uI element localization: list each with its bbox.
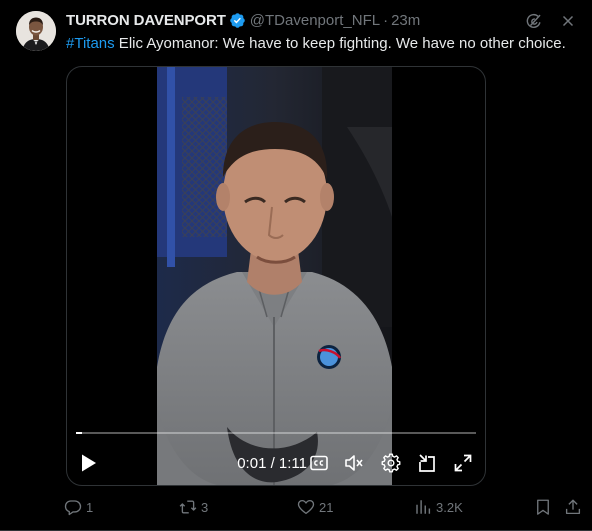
video-progress-bar[interactable] xyxy=(76,432,476,434)
like-button[interactable]: 21 xyxy=(297,496,333,518)
video-player[interactable]: 0:01 / 1:11 xyxy=(66,66,486,486)
settings-icon xyxy=(381,453,401,473)
reply-count: 1 xyxy=(86,499,94,515)
retweet-button[interactable]: 3 xyxy=(179,496,208,518)
separator-dot: · xyxy=(383,11,389,29)
bookmark-icon xyxy=(537,499,549,515)
picture-in-picture-icon xyxy=(419,454,435,472)
avatar-image xyxy=(16,11,56,51)
captions-icon xyxy=(310,455,328,471)
user-handle[interactable]: @TDavenport_NFL xyxy=(250,12,380,29)
tweet[interactable]: TURRON DAVENPORT @TDavenport_NFL · 23m #… xyxy=(0,0,592,531)
bookmark-button[interactable] xyxy=(534,496,552,518)
fullscreen-icon xyxy=(454,454,472,472)
grok-icon[interactable] xyxy=(524,11,544,31)
settings-button[interactable] xyxy=(379,449,403,477)
like-count: 21 xyxy=(319,499,334,515)
display-name[interactable]: TURRON DAVENPORT xyxy=(66,12,226,29)
retweet-count: 3 xyxy=(201,499,209,515)
timestamp[interactable]: 23m xyxy=(391,12,420,29)
tweet-text: #Titans Elic Ayomanor: We have to keep f… xyxy=(66,34,581,54)
video-controls: 0:01 / 1:11 xyxy=(67,449,485,477)
tweet-header: TURRON DAVENPORT @TDavenport_NFL · 23m xyxy=(66,10,420,30)
video-progress-fill xyxy=(76,432,82,434)
verified-badge-icon xyxy=(229,12,246,29)
mute-button[interactable] xyxy=(342,449,366,477)
play-icon xyxy=(82,454,96,472)
share-icon xyxy=(565,499,581,515)
views-icon xyxy=(416,500,431,514)
video-frame[interactable] xyxy=(157,67,392,485)
tweet-body: Elic Ayomanor: We have to keep fighting.… xyxy=(114,35,566,52)
tweet-top-actions xyxy=(524,11,578,31)
hashtag-link[interactable]: #Titans xyxy=(66,35,115,52)
play-button[interactable] xyxy=(77,449,101,477)
share-button[interactable] xyxy=(564,496,582,518)
video-time: 0:01 / 1:11 xyxy=(237,454,307,472)
views-button[interactable]: 3.2K xyxy=(414,496,463,518)
heart-icon xyxy=(297,499,315,515)
retweet-icon xyxy=(179,500,197,514)
picture-in-picture-button[interactable] xyxy=(415,449,439,477)
fullscreen-button[interactable] xyxy=(451,449,475,477)
reply-icon xyxy=(64,500,82,516)
video-still xyxy=(157,67,392,485)
reply-button[interactable]: 1 xyxy=(64,496,93,518)
view-count: 3.2K xyxy=(436,499,463,515)
avatar[interactable] xyxy=(16,11,56,51)
mute-icon xyxy=(345,455,363,471)
tweet-actions: 1 3 21 3.2K xyxy=(60,496,584,518)
captions-button[interactable] xyxy=(307,449,331,477)
more-icon[interactable] xyxy=(558,11,578,31)
